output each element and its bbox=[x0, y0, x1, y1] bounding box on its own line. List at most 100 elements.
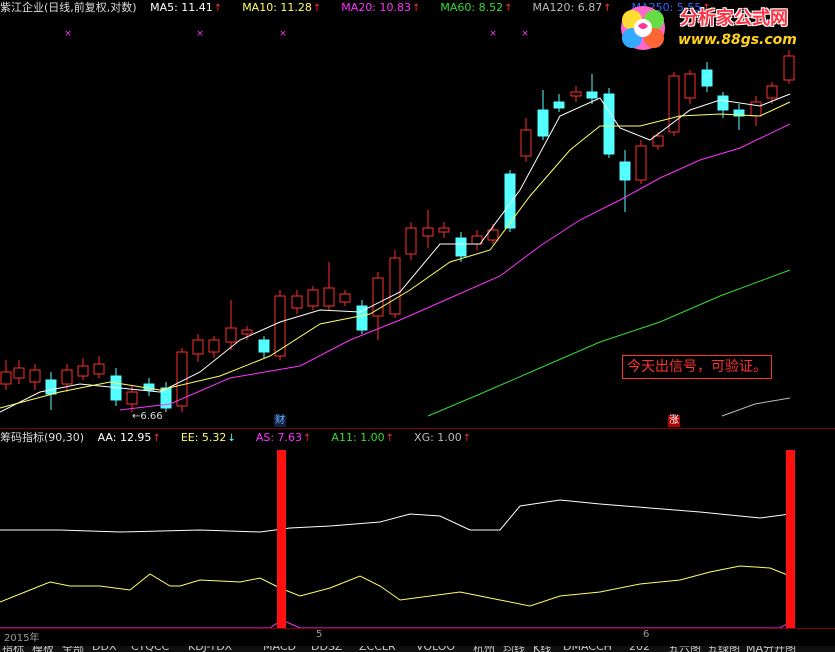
candle-body bbox=[504, 173, 516, 229]
trend-arrow-icon: ↑ bbox=[385, 433, 395, 444]
tab-3[interactable]: DDX bbox=[92, 646, 116, 652]
candle-body bbox=[455, 237, 467, 257]
logo-title: 分析家公式网 bbox=[680, 8, 788, 29]
ma-value-1: MA10: 11.28↑ bbox=[242, 1, 322, 14]
tab-11[interactable]: 均线 bbox=[503, 646, 525, 652]
top-marker-icon: × bbox=[196, 29, 204, 39]
trend-arrow-icon: ↓ bbox=[227, 433, 236, 444]
candle-body bbox=[208, 339, 220, 353]
indicator-tab-bar[interactable]: 指标 模板 全部 DDX CYQCC KDJ-TDX MACD DDSZ ZCCLR VOLOO 杭… bbox=[0, 646, 835, 652]
tab-2[interactable]: 全部 bbox=[62, 646, 84, 652]
stock-chart-window[interactable]: × × × × × 紫江企业(日线,前复权,对数) MA5: 11.41↑ MA10: 1… bbox=[0, 0, 835, 652]
indicator-name: 筹码指标(90,30) bbox=[0, 431, 85, 444]
tab-9[interactable]: VOLOO bbox=[416, 646, 455, 652]
candle-body bbox=[766, 85, 778, 99]
tab-10[interactable]: 杭州 bbox=[473, 646, 495, 652]
tab-5[interactable]: KDJ-TDX bbox=[188, 646, 232, 652]
month-axis-label-may: 5 bbox=[316, 629, 323, 640]
candle-body bbox=[13, 367, 25, 379]
top-marker-icon: × bbox=[64, 29, 72, 39]
year-axis-label: 2015年 bbox=[4, 633, 40, 644]
candle-body bbox=[126, 391, 138, 405]
candle-body bbox=[537, 109, 549, 137]
candle-body bbox=[422, 227, 434, 237]
candle-body bbox=[438, 227, 450, 233]
indicator-value-1: EE: 5.32↓ bbox=[180, 431, 236, 444]
indicator-header: 筹码指标(90,30) AA: 12.95↑ EE: 5.32↓ AS: 7.63↑… bbox=[0, 430, 491, 446]
indicator-value-4: XG: 1.00↑ bbox=[414, 431, 472, 444]
candle-body bbox=[570, 91, 582, 97]
candle-body bbox=[192, 339, 204, 355]
trend-arrow-icon: ↑ bbox=[462, 433, 472, 444]
signal-bar bbox=[277, 450, 286, 628]
rise-tag[interactable]: 涨 bbox=[668, 415, 680, 427]
signal-bar bbox=[786, 450, 795, 628]
candle-body bbox=[684, 73, 696, 99]
candle-body bbox=[77, 365, 89, 377]
indicator-value-3: A11: 1.00↑ bbox=[331, 431, 395, 444]
ma-value-4: MA120: 6.87↑ bbox=[532, 1, 612, 14]
tab-4[interactable]: CYQCC bbox=[131, 646, 169, 652]
candle-body bbox=[389, 257, 401, 315]
tab-1[interactable]: 模板 bbox=[32, 646, 54, 652]
tab-15[interactable]: 五六图 bbox=[668, 646, 701, 652]
candle-body bbox=[405, 227, 417, 255]
candle-body bbox=[652, 135, 664, 147]
pane-divider bbox=[0, 428, 835, 429]
trend-arrow-icon: ↑ bbox=[152, 433, 161, 444]
signal-notice: 今天出信号，可验证。 bbox=[622, 355, 772, 379]
candle-body bbox=[61, 369, 73, 385]
candle-body bbox=[619, 161, 631, 181]
ma-value-2: MA20: 10.83↑ bbox=[341, 1, 421, 14]
candle-body bbox=[339, 293, 351, 303]
candle-body bbox=[635, 145, 647, 181]
candle-body bbox=[45, 379, 57, 395]
ma120-line bbox=[721, 397, 791, 417]
candle-body bbox=[225, 327, 237, 343]
tab-16[interactable]: 五绿图 bbox=[707, 646, 740, 652]
candle-body bbox=[553, 101, 565, 109]
indicator-value-2: AS: 7.63↑ bbox=[255, 431, 312, 444]
tab-0[interactable]: 指标 bbox=[2, 646, 24, 652]
top-marker-icon: × bbox=[489, 29, 497, 39]
tab-8[interactable]: ZCCLR bbox=[359, 646, 396, 652]
trend-arrow-icon: ↑ bbox=[312, 3, 322, 14]
tab-12[interactable]: K线 bbox=[533, 646, 551, 652]
ma-value-3: MA60: 8.52↑ bbox=[440, 1, 513, 14]
candle-body bbox=[291, 295, 303, 309]
top-marker-icon: × bbox=[279, 29, 287, 39]
ma60-line bbox=[427, 269, 791, 417]
tab-13[interactable]: DMACCH bbox=[563, 646, 612, 652]
candle-body bbox=[241, 329, 253, 335]
candle-body bbox=[701, 69, 713, 87]
candle-body bbox=[307, 289, 319, 307]
candle-body bbox=[668, 75, 680, 133]
indicator-value-0: AA: 12.95↑ bbox=[97, 431, 161, 444]
candle-body bbox=[0, 371, 12, 385]
candle-body bbox=[29, 369, 41, 383]
low-price-label: ←6.66 bbox=[132, 411, 163, 422]
tab-17[interactable]: MA分开图 bbox=[746, 646, 796, 652]
candle-body bbox=[323, 287, 335, 307]
candle-body bbox=[750, 101, 762, 117]
trend-arrow-icon: ↑ bbox=[303, 433, 312, 444]
trend-arrow-icon: ↑ bbox=[504, 3, 513, 14]
indicator-aa-line bbox=[0, 499, 791, 533]
candle-body bbox=[258, 339, 270, 353]
candle-body bbox=[93, 363, 105, 375]
candlestick-chart[interactable]: × × × × × bbox=[0, 0, 835, 652]
finance-tag[interactable]: 财 bbox=[274, 415, 286, 427]
tab-7[interactable]: DDSZ bbox=[311, 646, 342, 652]
logo-url: www.88gs.com bbox=[678, 32, 797, 48]
trend-arrow-icon: ↑ bbox=[213, 3, 223, 14]
candle-body bbox=[520, 129, 532, 157]
tab-14[interactable]: 202 bbox=[629, 646, 650, 652]
candle-body bbox=[603, 93, 615, 155]
indicator-ee-line bbox=[0, 565, 791, 607]
flower-logo-icon bbox=[621, 6, 665, 50]
candle-body bbox=[372, 277, 384, 317]
tab-6[interactable]: MACD bbox=[263, 646, 296, 652]
ma-value-0: MA5: 11.41↑ bbox=[150, 1, 223, 14]
candle-body bbox=[586, 91, 598, 99]
axis-divider bbox=[0, 628, 835, 629]
